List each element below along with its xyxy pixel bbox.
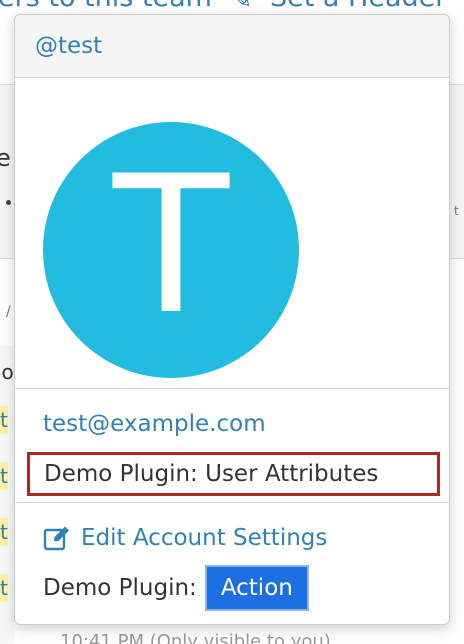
avatar-initial: T [112, 135, 230, 356]
background-right-strip: t [450, 14, 464, 644]
popover-username[interactable]: @test [35, 33, 102, 59]
add-members-link[interactable]: ers to this team [0, 0, 212, 13]
plugin-label: Demo Plugin: [43, 575, 197, 601]
avatar: T [43, 122, 299, 378]
highlighted-text: t [0, 462, 8, 490]
background-channel-header: ers to this team ✎ Set a Header [0, 0, 464, 14]
background-text-fragment: lo [0, 360, 14, 384]
popover-header: @test [15, 15, 449, 78]
highlighted-text: t [0, 518, 8, 546]
background-band [450, 84, 464, 259]
plugin-action-button[interactable]: Action [204, 565, 309, 611]
background-dot [6, 200, 11, 205]
background-mark: / [6, 304, 11, 320]
edit-icon [43, 526, 69, 551]
edit-account-settings-link[interactable]: Edit Account Settings [43, 525, 327, 551]
background-post-timestamp: 10:41 PM (Only visible to you) [60, 631, 331, 644]
edit-account-settings-label: Edit Account Settings [81, 525, 328, 551]
set-header-link[interactable]: Set a Header [270, 0, 446, 13]
user-attributes-text: Demo Plugin: User Attributes [44, 461, 379, 487]
highlighted-text: t [0, 574, 8, 602]
pencil-icon: ✎ [232, 0, 253, 14]
background-left-strip: e / lo t t t t [0, 14, 14, 644]
email-link[interactable]: test@example.com [43, 411, 266, 437]
background-mark: t [454, 204, 459, 218]
highlighted-text: t [0, 406, 8, 434]
user-info-section: test@example.com Demo Plugin: User Attri… [15, 389, 449, 503]
profile-popover: @test T test@example.com Demo Plugin: Us… [14, 14, 450, 625]
user-attributes-box: Demo Plugin: User Attributes [27, 452, 440, 496]
avatar-section: T [15, 78, 449, 389]
popover-actions: Edit Account Settings Demo Plugin: Actio… [15, 503, 449, 624]
plugin-action-row: Demo Plugin: Action [43, 565, 309, 611]
background-text-fragment: e [0, 144, 11, 172]
